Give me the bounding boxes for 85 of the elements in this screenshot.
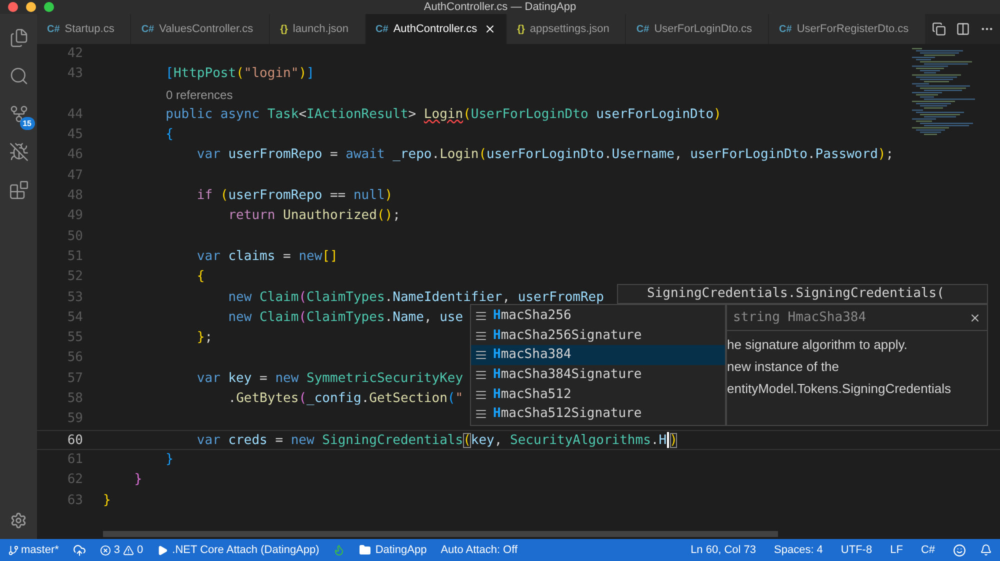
tab-label: UserForRegisterDto.cs bbox=[796, 22, 909, 37]
line-number: 43 bbox=[66, 65, 83, 84]
tab-label: AuthController.cs bbox=[393, 22, 478, 37]
code-line: var userFromRepo = await _repo.Login(userForLoginDto.Username, userForLoginDto.Password); bbox=[196, 146, 894, 164]
suggestion-item[interactable]: HmacSha512 bbox=[471, 384, 725, 404]
warning-count[interactable]: 0 bbox=[137, 542, 144, 558]
line-number: 46 bbox=[66, 146, 83, 164]
line-number: 59 bbox=[66, 410, 83, 428]
line-number: 44 bbox=[66, 106, 83, 124]
editor-tab[interactable]: C# AuthController.cs bbox=[366, 14, 508, 44]
tab-label: UserForLoginDto.cs bbox=[654, 22, 752, 37]
status-item[interactable]: UTF-8 bbox=[840, 542, 872, 558]
line-number: 57 bbox=[66, 370, 83, 388]
details-text: new instance of the bbox=[727, 359, 840, 375]
details-title: string HmacSha384 bbox=[733, 308, 866, 327]
code-line: } bbox=[103, 492, 111, 510]
code-line: } bbox=[133, 471, 142, 490]
line-number: 54 bbox=[66, 308, 83, 327]
error-count[interactable]: 3 bbox=[114, 542, 120, 558]
file-type-icon: C# bbox=[376, 22, 388, 36]
line-number: 60 bbox=[66, 432, 83, 449]
line-number: 47 bbox=[66, 166, 83, 185]
line-number: 56 bbox=[66, 349, 83, 368]
code-line: new Claim(ClaimTypes.NameIdentifier, userFromRep bbox=[227, 288, 604, 307]
line-number: 61 bbox=[66, 450, 83, 469]
suggestion-item[interactable]: HmacSha256 bbox=[471, 306, 725, 326]
code-line: new Claim(ClaimTypes.Name, use bbox=[227, 308, 464, 327]
suggestion-item[interactable]: HmacSha384 bbox=[471, 345, 725, 366]
suggestion-item[interactable]: HmacSha256Signature bbox=[471, 326, 725, 346]
code-line: .GetBytes(_config.GetSection(" bbox=[227, 390, 464, 408]
code-line: var claims = new[] bbox=[196, 248, 338, 266]
editor-tab[interactable]: {} appsettings.json bbox=[507, 14, 626, 44]
auto-attach-status[interactable]: Auto Attach: Off bbox=[440, 542, 518, 558]
file-type-icon: {} bbox=[280, 22, 288, 36]
code-line: return Unauthorized(); bbox=[227, 207, 400, 226]
line-number: 52 bbox=[66, 268, 83, 286]
file-type-icon: C# bbox=[779, 22, 792, 36]
code-line: { bbox=[196, 268, 205, 286]
branch-name[interactable]: master* bbox=[21, 542, 59, 558]
code-line: { bbox=[164, 126, 174, 144]
details-text: he signature algorithm to apply. bbox=[727, 337, 908, 353]
file-type-icon: C# bbox=[636, 22, 650, 36]
editor-tab[interactable]: C# Startup.cs bbox=[37, 14, 132, 44]
details-text: entityModel.Tokens.SigningCredentials bbox=[727, 381, 952, 397]
code-line: if (userFromRepo == null) bbox=[196, 187, 393, 206]
line-number: 45 bbox=[66, 126, 83, 144]
editor-tab[interactable]: C# ValuesController.cs bbox=[131, 14, 270, 44]
line-number: 51 bbox=[66, 248, 83, 266]
line-number: 50 bbox=[66, 228, 83, 246]
folder-name[interactable]: DatingApp bbox=[375, 542, 427, 558]
line-number: 62 bbox=[66, 471, 83, 490]
tab-label: Startup.cs bbox=[64, 22, 114, 37]
code-line: } bbox=[164, 450, 174, 469]
signature-help: SigningCredentials.SigningCredentials( bbox=[617, 284, 988, 304]
suggestion-item[interactable]: HmacSha512Signature bbox=[471, 404, 725, 424]
references-lens[interactable]: 0 references bbox=[166, 84, 233, 105]
count-badge: 15 bbox=[20, 117, 34, 130]
tab-label: ValuesController.cs bbox=[159, 22, 254, 37]
line-number: 58 bbox=[66, 390, 83, 408]
status-item[interactable]: Spaces: 4 bbox=[774, 542, 823, 558]
tab-label: appsettings.json bbox=[530, 22, 610, 37]
status-item[interactable]: C# bbox=[920, 542, 935, 558]
debug-config[interactable]: .NET Core Attach (DatingApp) bbox=[172, 542, 320, 558]
code-line: }; bbox=[196, 329, 213, 348]
file-type-icon: C# bbox=[141, 22, 154, 36]
line-number: 63 bbox=[66, 492, 83, 510]
editor-tab[interactable]: C# UserForLoginDto.cs bbox=[626, 14, 770, 44]
line-number: 42 bbox=[66, 45, 83, 63]
code-line: var key = new SymmetricSecurityKey bbox=[196, 370, 464, 388]
line-number: 49 bbox=[66, 207, 83, 226]
line-number: 55 bbox=[66, 329, 83, 348]
code-line: public async Task<IActionResult> Login(UserForLoginDto userForLoginDto) bbox=[164, 106, 722, 124]
tab-label: launch.json bbox=[292, 22, 349, 37]
status-item[interactable]: Ln 60, Col 73 bbox=[690, 542, 756, 558]
line-number: 53 bbox=[66, 288, 83, 307]
code-line: [HttpPost("login")] bbox=[164, 65, 314, 84]
line-number: 48 bbox=[66, 187, 83, 206]
window-title: AuthController.cs — DatingApp bbox=[424, 0, 576, 14]
file-type-icon: {} bbox=[517, 22, 525, 36]
editor-tab[interactable]: C# UserForRegisterDto.cs bbox=[769, 14, 926, 44]
file-type-icon: C# bbox=[47, 22, 60, 36]
editor-tab[interactable]: {} launch.json bbox=[270, 14, 366, 44]
status-item[interactable]: LF bbox=[890, 542, 903, 558]
code-line: var creds = new SigningCredentials(key, SecurityAlgorithms.H ) bbox=[196, 431, 678, 449]
suggestion-item[interactable]: HmacSha384Signature bbox=[471, 365, 725, 385]
